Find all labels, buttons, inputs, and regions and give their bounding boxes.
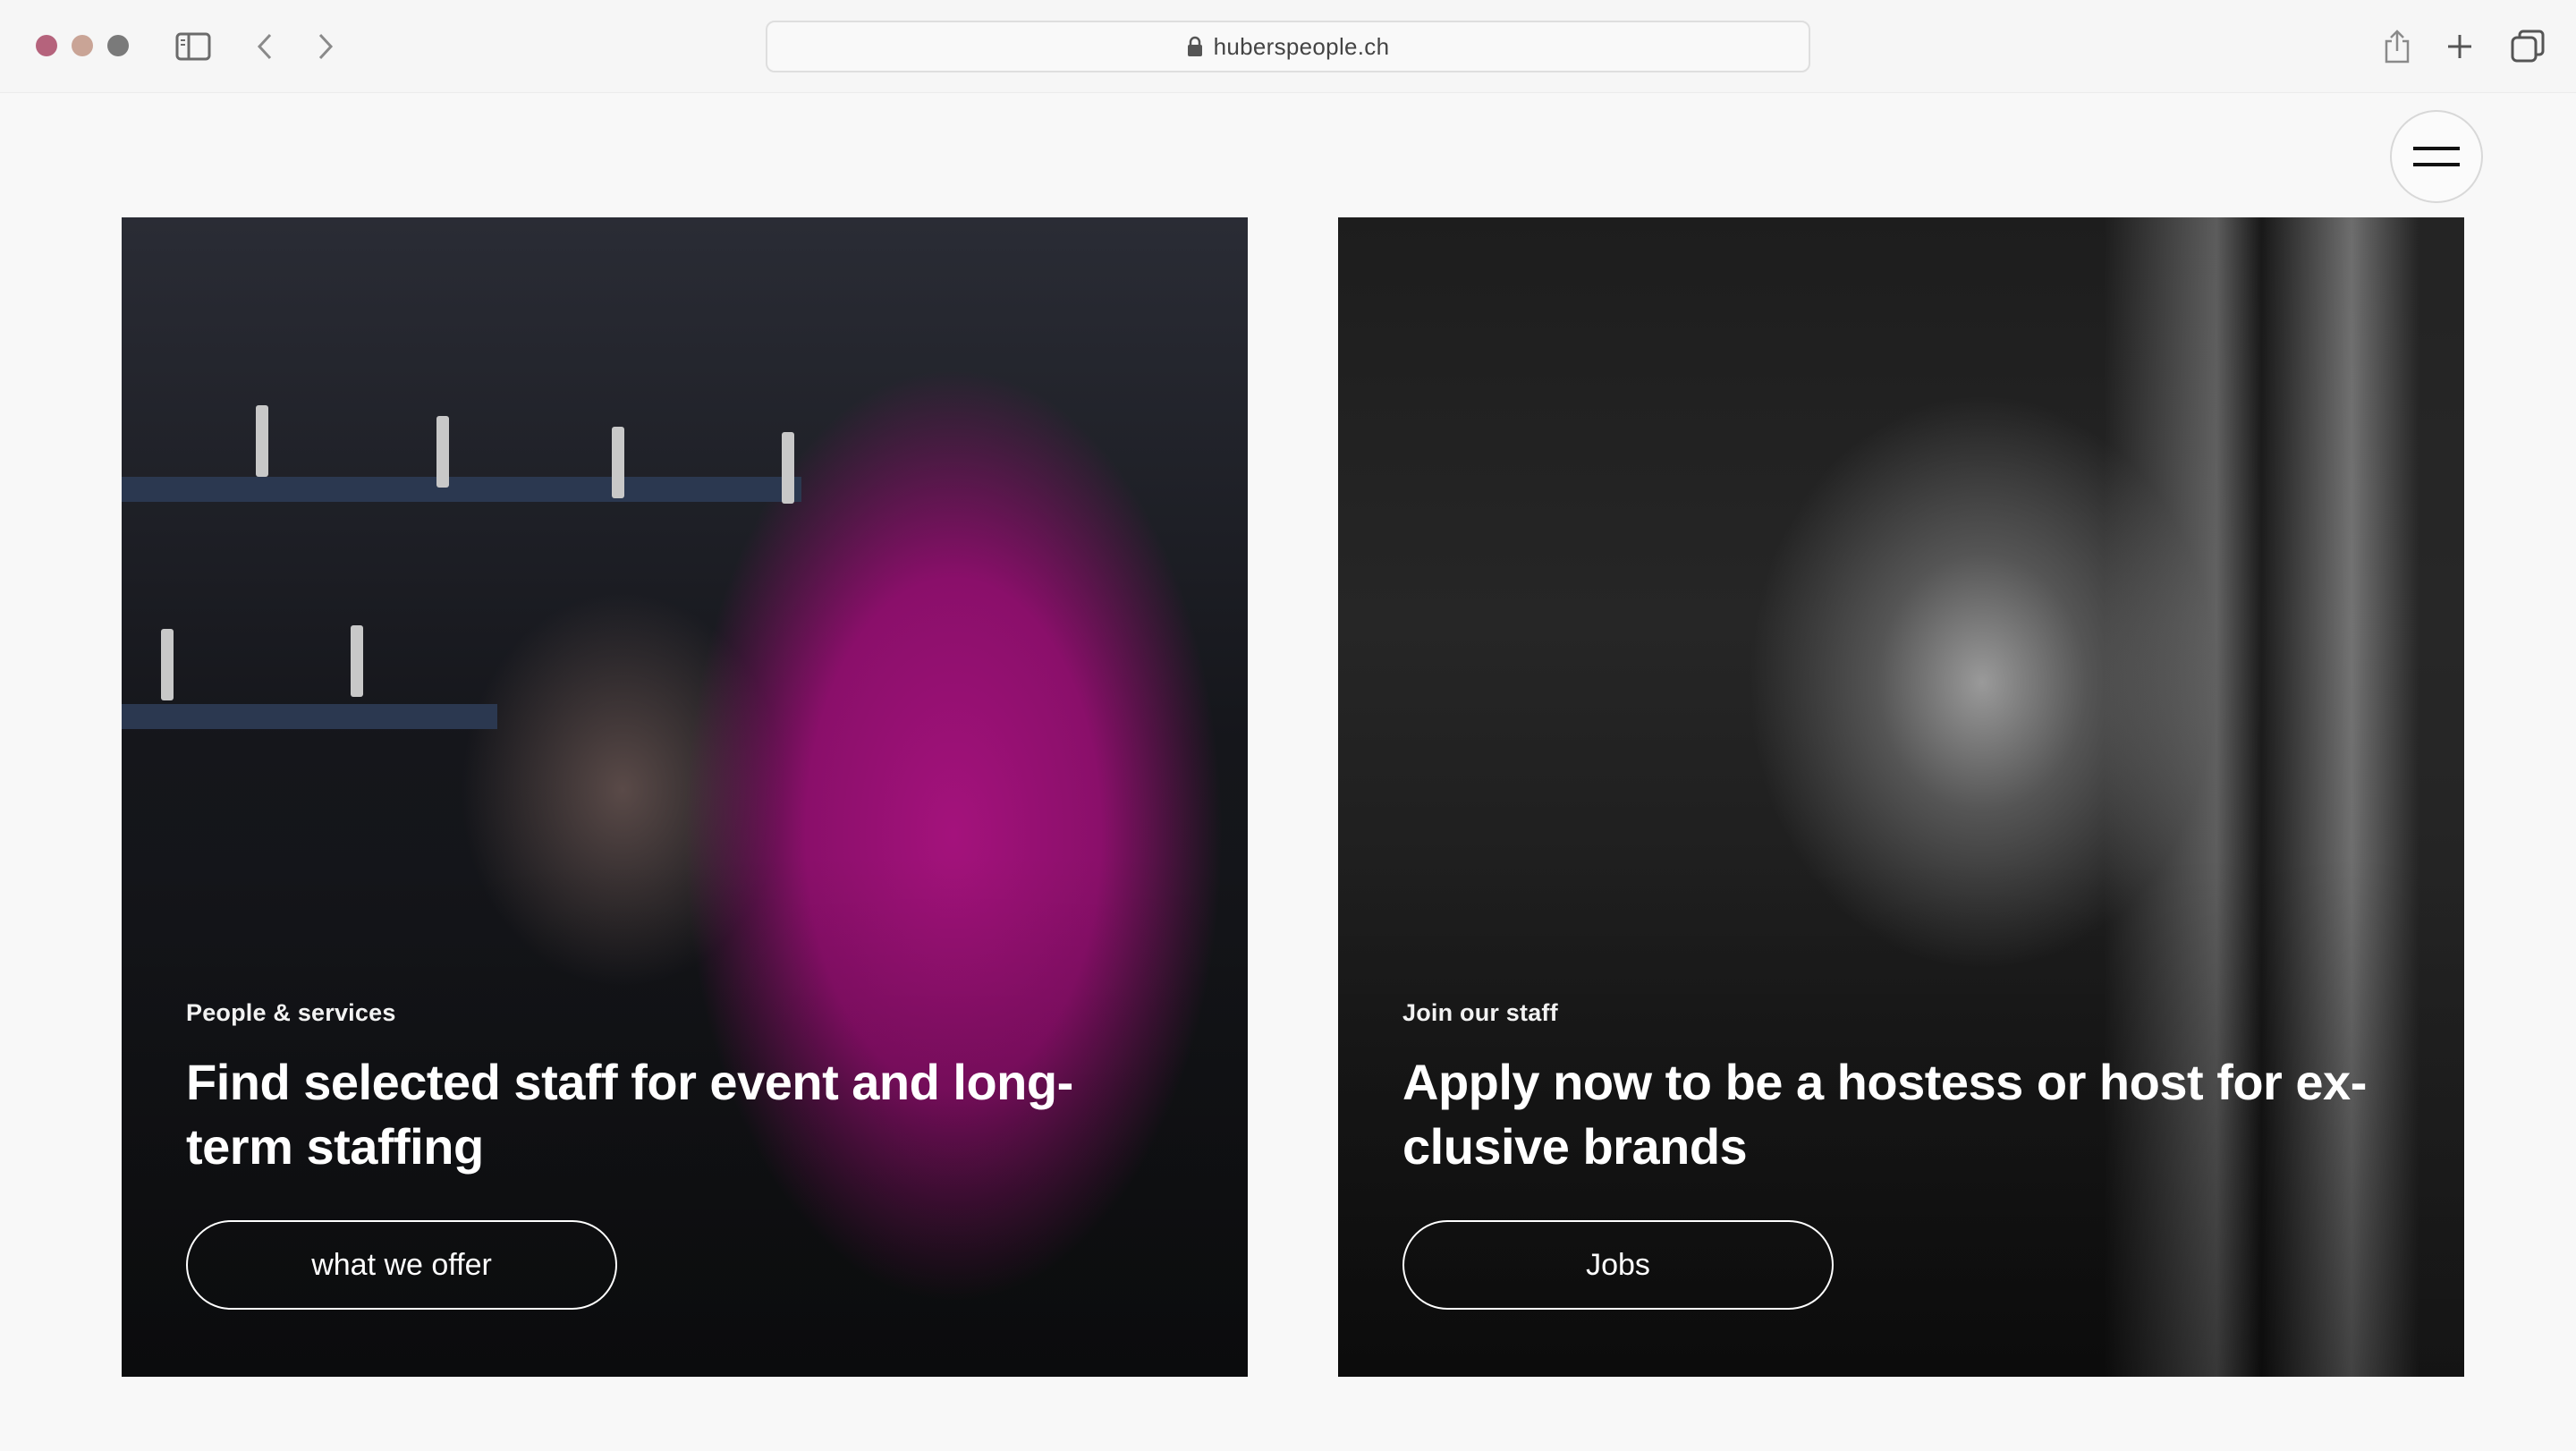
chevron-left-icon bbox=[257, 33, 272, 60]
card-title: Apply now to be a hostess or host for ex… bbox=[1402, 1054, 2367, 1175]
menu-button[interactable] bbox=[2390, 110, 2483, 203]
jobs-card-content: Join our staff Apply now to be a hostess… bbox=[1402, 999, 2404, 1310]
lock-icon bbox=[1187, 36, 1202, 56]
maximize-window-button[interactable] bbox=[107, 35, 129, 56]
sidebar-icon bbox=[175, 32, 211, 61]
forward-button[interactable] bbox=[304, 25, 347, 68]
hamburger-menu-icon bbox=[2413, 147, 2460, 166]
close-window-button[interactable] bbox=[36, 35, 57, 56]
back-button[interactable] bbox=[243, 25, 286, 68]
jobs-card[interactable]: Join our staff Apply now to be a hostess… bbox=[1338, 217, 2464, 1377]
tabs-overview-icon bbox=[2511, 30, 2545, 63]
page-content: People & services Find selected staff fo… bbox=[0, 94, 2576, 1451]
address-bar[interactable]: huberspeople.ch bbox=[766, 21, 1810, 72]
minimize-window-button[interactable] bbox=[72, 35, 93, 56]
tab-overview-button[interactable] bbox=[2506, 25, 2549, 68]
chevron-right-icon bbox=[318, 33, 334, 60]
card-eyebrow: People & services bbox=[186, 999, 396, 1026]
services-card-content: People & services Find selected staff fo… bbox=[186, 999, 1188, 1310]
card-title: Find selected staff for event and long-t… bbox=[186, 1054, 1073, 1175]
card-eyebrow: Join our staff bbox=[1402, 999, 1558, 1026]
url-text: huberspeople.ch bbox=[1213, 32, 1390, 60]
what-we-offer-button[interactable]: what we offer bbox=[186, 1220, 617, 1310]
share-button[interactable] bbox=[2376, 25, 2419, 68]
jobs-button[interactable]: Jobs bbox=[1402, 1220, 1834, 1310]
plus-icon bbox=[2448, 35, 2471, 58]
share-icon bbox=[2385, 30, 2410, 64]
sidebar-toggle-button[interactable] bbox=[172, 25, 215, 68]
services-card[interactable]: People & services Find selected staff fo… bbox=[122, 217, 1248, 1377]
browser-toolbar: huberspeople.ch bbox=[0, 0, 2576, 93]
new-tab-button[interactable] bbox=[2438, 25, 2481, 68]
